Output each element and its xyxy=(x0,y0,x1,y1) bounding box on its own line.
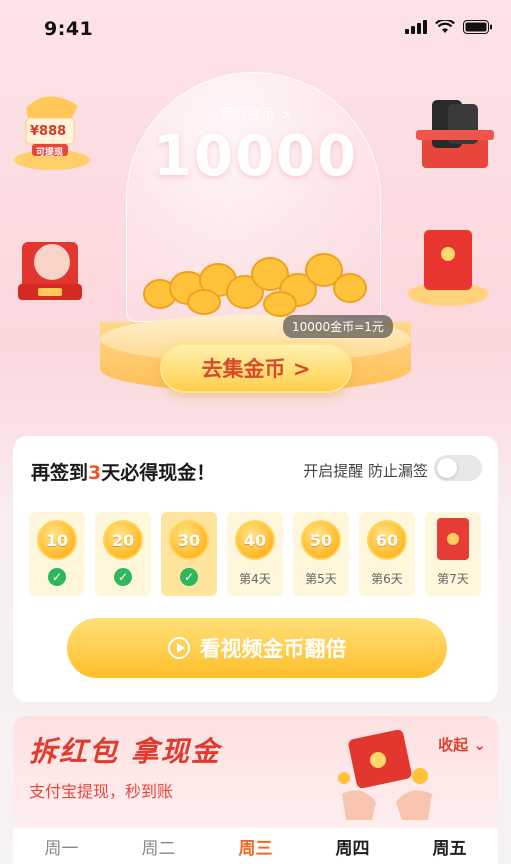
day-1[interactable]: 10 ✓ xyxy=(29,512,85,596)
signin-days: 10 ✓ 20 ✓ 30 ✓ 40 第4天 50 第5天 60 第6天 第7天 xyxy=(29,512,481,596)
check-icon: ✓ xyxy=(48,568,66,586)
red-envelope-subtitle: 支付宝提现，秒到账 xyxy=(29,782,174,801)
check-icon: ✓ xyxy=(180,568,198,586)
red-envelope-title: 拆红包 拿现金 xyxy=(29,735,221,768)
day-7[interactable]: 第7天 xyxy=(425,512,481,596)
status-bar: 9:41 xyxy=(0,0,511,56)
coin-badge: 10 xyxy=(37,520,77,560)
reminder-label: 开启提醒 防止漏签 xyxy=(303,462,428,480)
status-icons xyxy=(405,20,493,34)
signal-icon xyxy=(405,20,427,34)
weekday-tabs: 周一 周二 周三 周四 周五 xyxy=(13,828,498,864)
coin-badge: 30 xyxy=(169,520,209,560)
collapse-button[interactable]: 收起 ⌄ xyxy=(438,734,486,755)
signin-title-suffix: 天必得现金！ xyxy=(101,462,216,484)
red-envelope-podium-icon xyxy=(408,230,488,306)
day-3[interactable]: 30 ✓ xyxy=(161,512,217,596)
red-envelope-section: 拆红包 拿现金 支付宝提现，秒到账 收起 ⌄ 周一 周二 周三 周四 周五 xyxy=(13,716,498,864)
battery-icon xyxy=(463,20,492,34)
video-button-label: 看视频金币翻倍 xyxy=(199,637,347,661)
reminder-toggle[interactable] xyxy=(434,455,482,481)
red-envelope-gift-icon xyxy=(18,242,82,300)
check-icon: ✓ xyxy=(114,568,132,586)
day-label: 第7天 xyxy=(437,572,469,586)
my-coins-link[interactable]: 我的金币 > xyxy=(0,104,511,124)
coin-badge: 40 xyxy=(235,520,275,560)
day-4[interactable]: 40 第4天 xyxy=(227,512,283,596)
coin-badge: 50 xyxy=(301,520,341,560)
signin-card: 再签到3天必得现金！ 开启提醒 防止漏签 10 ✓ 20 ✓ 30 ✓ 40 第… xyxy=(13,436,498,702)
coins-balance: 10000 xyxy=(153,124,358,189)
status-time: 9:41 xyxy=(44,18,94,40)
day-6[interactable]: 60 第6天 xyxy=(359,512,415,596)
day-label: 第4天 xyxy=(239,572,271,586)
collapse-label: 收起 xyxy=(438,736,469,754)
coin-badge: 20 xyxy=(103,520,143,560)
toggle-knob xyxy=(437,458,457,478)
tab-tuesday[interactable]: 周二 xyxy=(142,834,176,859)
tab-wednesday[interactable]: 周三 xyxy=(239,834,273,859)
day-label: 第6天 xyxy=(371,572,403,586)
day-2[interactable]: 20 ✓ xyxy=(95,512,151,596)
tab-friday[interactable]: 周五 xyxy=(433,834,467,859)
tab-thursday[interactable]: 周四 xyxy=(336,834,370,859)
wifi-icon xyxy=(435,20,455,33)
play-icon xyxy=(167,637,190,659)
day-5[interactable]: 50 第5天 xyxy=(293,512,349,596)
coin-pile-icon xyxy=(143,253,367,317)
chevron-down-icon: ⌄ xyxy=(473,736,486,754)
signin-title-days: 3 xyxy=(88,462,102,484)
tab-monday[interactable]: 周一 xyxy=(45,834,79,859)
red-envelope-hands-icon xyxy=(338,729,432,820)
signin-title-prefix: 再签到 xyxy=(31,462,89,484)
collect-coins-button[interactable]: 去集金币 > xyxy=(160,343,352,393)
watch-video-double-button[interactable]: 看视频金币翻倍 xyxy=(67,618,447,678)
exchange-rate-tip: 10000金币=1元 xyxy=(283,315,393,338)
red-envelope-icon xyxy=(437,518,469,560)
coin-badge: 60 xyxy=(367,520,407,560)
signin-title: 再签到3天必得现金！ xyxy=(31,458,215,485)
day-label: 第5天 xyxy=(305,572,337,586)
